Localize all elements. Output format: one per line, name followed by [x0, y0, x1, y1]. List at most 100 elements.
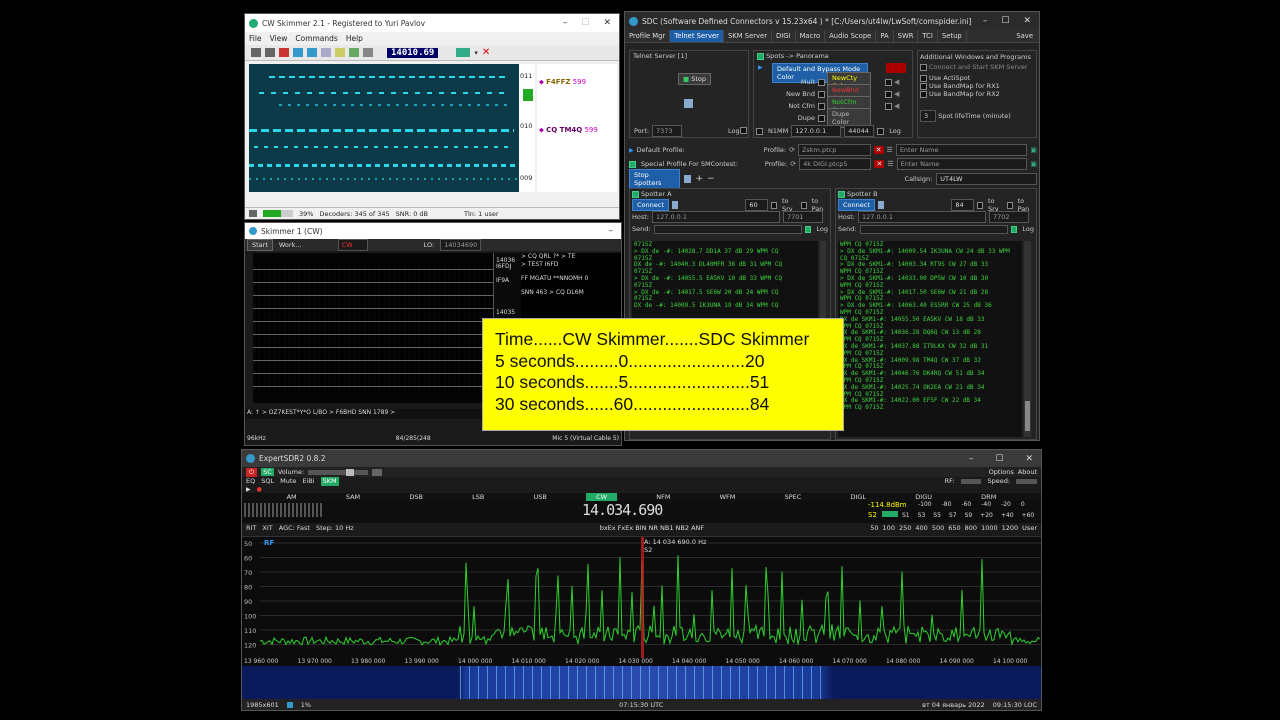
tab-digi[interactable]: DIGI [772, 30, 796, 42]
spotter-b-log[interactable]: WPM CQ 0715Z > DX de SKM1-#: 14009.54 IK3… [838, 241, 1022, 437]
spotter-a-to-pan-checkbox[interactable] [800, 201, 807, 209]
sound-checkbox[interactable] [885, 78, 892, 86]
sound-checkbox[interactable] [885, 90, 892, 98]
bandmap-rx2-checkbox[interactable] [920, 90, 927, 98]
spot-lifetime-input[interactable]: 3 [920, 110, 936, 122]
spectrum-panel[interactable]: 50 60 70 80 90 100 110 120 RF A: 14 034 690.0 H… [242, 536, 1041, 659]
spotter-b-host-input[interactable]: 127.0.0.1 [858, 211, 986, 223]
mode-digl-button[interactable]: DIGL [840, 493, 876, 501]
spotter-a-connect-button[interactable]: Connect [632, 199, 669, 211]
bandmap-rx1-checkbox[interactable] [920, 82, 927, 90]
refresh-icon[interactable]: ⟳ [789, 146, 795, 154]
skm-toggle[interactable]: SKM [320, 477, 339, 486]
special-profile-select[interactable]: 4k DIGI.ptcp5 [799, 158, 872, 170]
tab-audio-scope[interactable]: Audio Scope [825, 30, 877, 42]
dropdown-icon[interactable]: ▾ [474, 49, 478, 57]
power-icon[interactable]: ⏻ [246, 467, 258, 477]
agc-select[interactable]: AGC: Fast [279, 524, 310, 532]
tab-pa[interactable]: PA [876, 30, 894, 42]
tab-telnet-server[interactable]: Telnet Server [670, 30, 724, 42]
about-menu[interactable]: About [1018, 468, 1037, 476]
color-row-checkbox[interactable] [818, 114, 825, 122]
scrollbar[interactable] [820, 241, 826, 321]
decode-line[interactable]: FF MGATU **NNOMH 0 [521, 275, 621, 283]
spot-item[interactable]: ⬥ CQ TM4Q 599 [539, 126, 598, 135]
spots-panorama-checkbox[interactable] [757, 52, 764, 60]
toolbar-icon[interactable] [321, 48, 331, 57]
volume-slider[interactable] [308, 468, 369, 476]
mode-select[interactable]: CW [337, 239, 368, 251]
delete-icon[interactable]: ✕ [873, 146, 884, 154]
rit-toggle[interactable]: RIT [246, 524, 256, 532]
menu-help[interactable]: Help [346, 34, 363, 43]
n1mm-log-checkbox[interactable] [877, 127, 885, 135]
tuning-marker[interactable] [523, 89, 533, 101]
spotter-b-send-input[interactable] [859, 224, 1008, 234]
mode-dsb-button[interactable]: DSB [399, 493, 433, 501]
skimmer1-titlebar[interactable]: Skimmer 1 (CW) – [245, 223, 621, 239]
tab-tci[interactable]: TCI [918, 30, 938, 42]
skimmer1-waterfall[interactable] [253, 253, 493, 403]
spotter-b-to-pan-checkbox[interactable] [1006, 201, 1013, 209]
edit-icon[interactable]: ☰ [887, 146, 893, 154]
callsign-input[interactable]: UT4LW [936, 173, 1038, 185]
sound-checkbox[interactable] [885, 102, 892, 110]
spectrum-plot[interactable]: 50 60 70 80 90 100 110 120 [242, 537, 1041, 659]
delete-icon[interactable]: ✕ [874, 160, 885, 168]
n1mm-port-input[interactable]: 44044 [844, 125, 875, 137]
spotter-a-log[interactable]: 0715Z > DX de -#: 14028.7 DD1A 37 dB 29 W… [632, 241, 818, 321]
mode-drm-button[interactable]: DRM [971, 493, 1006, 501]
spotter-a-to-srv-checkbox[interactable] [770, 201, 777, 209]
refresh-icon[interactable]: ⟳ [790, 160, 796, 168]
waterfall[interactable] [242, 666, 1041, 700]
spotter-b-count[interactable]: 84 [951, 199, 974, 211]
menu-view[interactable]: View [270, 34, 288, 43]
spotter-a-port-input[interactable]: 7701 [783, 211, 823, 223]
mode-am-button[interactable]: AM [277, 493, 307, 501]
rf-slider[interactable] [960, 479, 982, 484]
tab-macro[interactable]: Macro [796, 30, 826, 42]
maximize-icon[interactable]: ☐ [995, 454, 1003, 464]
close-icon[interactable]: ✕ [1025, 454, 1033, 464]
toolbar-icon[interactable] [293, 48, 303, 57]
connect-skm-checkbox[interactable] [920, 63, 927, 71]
toolbar-icon[interactable] [307, 48, 317, 57]
minimize-icon[interactable]: – [969, 454, 974, 464]
tab-setup[interactable]: Setup [938, 30, 967, 42]
color-row-checkbox[interactable] [818, 90, 825, 98]
minimize-icon[interactable]: – [609, 226, 614, 236]
mode-wfm-button[interactable]: WFM [710, 493, 746, 501]
spot-toolbar-icon[interactable] [456, 48, 471, 57]
toolbar-icon[interactable] [265, 48, 275, 57]
decode-line[interactable]: SNN 463 > CQ DL6M [521, 289, 621, 297]
vfo-frequency[interactable]: 14.034.690 [582, 501, 663, 519]
mode-usb-button[interactable]: USB [524, 493, 557, 501]
save-button[interactable]: Save [1010, 30, 1039, 42]
xit-toggle[interactable]: XIT [262, 524, 272, 532]
speaker-icon[interactable] [372, 468, 383, 476]
tuning-cursor[interactable] [641, 537, 644, 659]
n1mm-checkbox[interactable] [756, 127, 763, 135]
speed-slider[interactable] [1016, 479, 1037, 484]
decode-line[interactable]: > CQ QRL ?* > TE [521, 253, 621, 261]
work-menu[interactable]: Work... [279, 241, 302, 249]
mode-sam-button[interactable]: SAM [336, 493, 370, 501]
spotter-b-port-input[interactable]: 7702 [989, 211, 1029, 223]
spotter-b-to-srv-checkbox[interactable] [976, 201, 983, 209]
edit-icon[interactable]: ☰ [887, 160, 893, 168]
spotter-a-checkbox[interactable] [632, 190, 639, 198]
spotter-a-send-input[interactable] [653, 224, 802, 234]
spotter-b-connect-button[interactable]: Connect [838, 199, 875, 211]
eq-toggle[interactable]: EQ [246, 477, 255, 486]
close-icon[interactable]: ✕ [1023, 16, 1031, 26]
mode-lsb-button[interactable]: LSB [462, 493, 494, 501]
minimize-icon[interactable]: – [563, 18, 568, 28]
eibi-toggle[interactable]: EiBi [302, 477, 314, 486]
maximize-icon[interactable]: ☐ [581, 18, 589, 28]
actispot-checkbox[interactable] [920, 74, 927, 82]
tab-skm-server[interactable]: SKM Server [724, 30, 773, 42]
save-profile-icon[interactable]: ▣ [1030, 146, 1037, 154]
minimize-icon[interactable]: – [983, 16, 988, 26]
expertsdr-titlebar[interactable]: ExpertSDR2 0.8.2 – ☐ ✕ [242, 450, 1041, 467]
port-input[interactable]: 7373 [652, 125, 682, 137]
